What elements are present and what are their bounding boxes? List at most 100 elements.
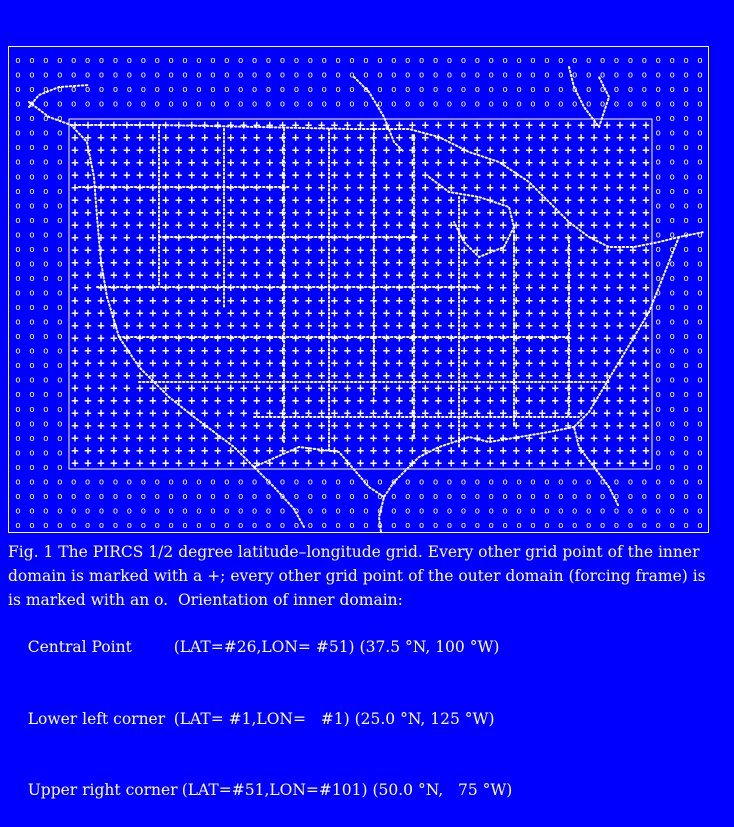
- outer-grid-marker: o: [85, 492, 90, 502]
- outer-grid-marker: o: [628, 85, 633, 95]
- outer-grid-marker: o: [475, 492, 480, 502]
- outer-grid-marker: o: [447, 100, 452, 110]
- lower-left-value: (LAT= #1,LON= #1) (25.0 °N, 125 °W): [173, 709, 495, 728]
- outer-grid-marker: o: [196, 521, 201, 531]
- outer-grid-marker: o: [335, 492, 340, 502]
- outer-grid-marker: o: [57, 376, 62, 386]
- outer-grid-marker: o: [363, 521, 368, 531]
- outer-grid-marker: o: [669, 303, 674, 313]
- outer-grid-marker: o: [655, 216, 660, 226]
- upper-right-label: Upper right corner: [27, 780, 178, 799]
- outer-grid-marker: o: [628, 507, 633, 517]
- outer-grid-marker: o: [141, 71, 146, 81]
- outer-grid-marker: o: [391, 521, 396, 531]
- outer-grid-marker: o: [224, 85, 229, 95]
- outer-grid-marker: o: [321, 477, 326, 487]
- outer-grid-marker: o: [516, 100, 521, 110]
- outer-grid-marker: o: [586, 85, 591, 95]
- outer-grid-marker: o: [683, 507, 688, 517]
- outer-grid-marker: o: [502, 71, 507, 81]
- outer-grid-marker: o: [154, 71, 159, 81]
- outer-grid-marker: o: [127, 477, 132, 487]
- outer-grid-marker: o: [502, 56, 507, 66]
- outer-grid-marker: o: [238, 56, 243, 66]
- outer-grid-marker: o: [210, 507, 215, 517]
- outer-grid-marker: o: [43, 143, 48, 153]
- outer-grid-marker: o: [600, 507, 605, 517]
- outer-grid-marker: o: [363, 492, 368, 502]
- outer-grid-marker: o: [488, 521, 493, 531]
- outer-grid-marker: o: [15, 361, 20, 371]
- outer-grid-marker: o: [655, 303, 660, 313]
- outer-grid-marker: o: [266, 492, 271, 502]
- outer-grid-marker: o: [558, 477, 563, 487]
- outer-grid-marker: o: [113, 100, 118, 110]
- outer-grid-marker: o: [669, 390, 674, 400]
- outer-grid-marker: o: [113, 492, 118, 502]
- outer-grid-marker: o: [127, 56, 132, 66]
- inner-grid-marker: +: [396, 456, 403, 470]
- inner-grid-marker: +: [642, 456, 649, 470]
- outer-grid-marker: o: [15, 289, 20, 299]
- outer-grid-marker: o: [43, 245, 48, 255]
- outer-grid-marker: o: [15, 187, 20, 197]
- outer-grid-marker: o: [697, 259, 702, 269]
- outer-grid-marker: o: [433, 100, 438, 110]
- outer-grid-marker: o: [461, 85, 466, 95]
- outer-grid-marker: o: [57, 172, 62, 182]
- outer-grid-marker: o: [502, 521, 507, 531]
- outer-grid-marker: o: [419, 56, 424, 66]
- outer-grid-marker: o: [57, 158, 62, 168]
- outer-grid-marker: o: [586, 100, 591, 110]
- outer-grid-marker: o: [669, 332, 674, 342]
- inner-grid-marker: +: [71, 456, 78, 470]
- outer-grid-marker: o: [683, 390, 688, 400]
- outer-grid-marker: o: [586, 521, 591, 531]
- outer-grid-marker: o: [683, 361, 688, 371]
- outer-grid-marker: o: [29, 158, 34, 168]
- outer-grid-marker: o: [335, 507, 340, 517]
- outer-grid-marker: o: [252, 477, 257, 487]
- outer-grid-marker: o: [697, 114, 702, 124]
- inner-grid-marker: +: [539, 456, 546, 470]
- outer-grid-marker: o: [15, 245, 20, 255]
- outer-grid-marker: o: [669, 434, 674, 444]
- outer-grid-marker: o: [168, 521, 173, 531]
- outer-grid-marker: o: [252, 492, 257, 502]
- outer-grid-marker: o: [238, 492, 243, 502]
- inner-grid-marker: +: [500, 456, 507, 470]
- inner-grid-marker: +: [564, 456, 571, 470]
- outer-grid-marker: o: [516, 85, 521, 95]
- outer-grid-marker: o: [15, 434, 20, 444]
- outer-grid-marker: o: [127, 521, 132, 531]
- outer-grid-marker: o: [655, 85, 660, 95]
- outer-grid-marker: o: [29, 507, 34, 517]
- outer-grid-marker: o: [419, 71, 424, 81]
- outer-grid-marker: o: [349, 492, 354, 502]
- outer-grid-marker: o: [683, 85, 688, 95]
- outer-grid-marker: o: [15, 100, 20, 110]
- outer-grid-marker: o: [252, 56, 257, 66]
- outer-grid-marker: o: [558, 521, 563, 531]
- outer-grid-marker: o: [697, 187, 702, 197]
- inner-grid-marker: +: [84, 456, 91, 470]
- upper-right-value: (LAT=#51,LON=#101) (50.0 °N, 75 °W): [181, 780, 513, 799]
- outer-grid-marker: o: [447, 521, 452, 531]
- outer-grid-marker: o: [558, 492, 563, 502]
- outer-grid-marker: o: [168, 492, 173, 502]
- outer-grid-marker: o: [15, 507, 20, 517]
- outer-grid-marker: o: [85, 507, 90, 517]
- outer-grid-marker: o: [377, 477, 382, 487]
- outer-grid-marker: o: [669, 289, 674, 299]
- outer-grid-marker: o: [154, 507, 159, 517]
- outer-grid-marker: o: [29, 521, 34, 531]
- outer-grid-marker: o: [154, 477, 159, 487]
- outer-grid-marker: o: [15, 448, 20, 458]
- outer-grid-marker: o: [655, 434, 660, 444]
- outer-grid-marker: o: [502, 85, 507, 95]
- outer-grid-marker: o: [57, 419, 62, 429]
- outer-grid-marker: o: [405, 492, 410, 502]
- caption-line-1: Fig. 1 The PIRCS 1/2 degree latitude–lon…: [8, 543, 700, 561]
- outer-grid-marker: o: [308, 507, 313, 517]
- outer-grid-marker: o: [210, 56, 215, 66]
